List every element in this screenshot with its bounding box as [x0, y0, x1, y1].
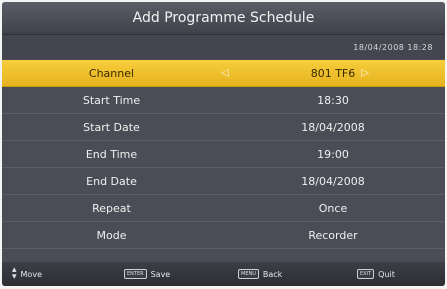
footer-hints: ▴ ▾ Move ENTER Save MENU Back EXIT Quit: [2, 262, 445, 286]
row-value[interactable]: Once: [221, 202, 445, 215]
row-label: Repeat: [92, 201, 131, 215]
hint-label: Save: [150, 269, 171, 279]
row-value[interactable]: Recorder: [221, 229, 445, 242]
row-end-date[interactable]: End Date 18/04/2008: [2, 168, 445, 195]
hint-move: ▴ ▾ Move: [12, 265, 42, 282]
hint-quit: EXIT Quit: [357, 269, 395, 279]
row-label: Mode: [96, 228, 127, 242]
row-start-time[interactable]: Start Time 18:30: [2, 87, 445, 114]
hint-label: Back: [262, 269, 283, 279]
right-arrow-icon[interactable]: ▷: [361, 68, 369, 79]
row-end-time[interactable]: End Time 19:00: [2, 141, 445, 168]
channel-value: 801 TF6: [310, 66, 356, 80]
hint-label: Quit: [378, 269, 395, 279]
current-datetime: 18/04/2008 18:28: [2, 35, 445, 59]
hint-save: ENTER Save: [124, 269, 170, 279]
row-label: Start Date: [83, 120, 140, 134]
exit-key-icon: EXIT: [357, 269, 375, 279]
row-value[interactable]: 18/04/2008: [221, 121, 445, 134]
row-label: Channel: [88, 66, 135, 80]
row-value[interactable]: ◁ 801 TF6 ▷: [221, 67, 445, 80]
row-value[interactable]: 19:00: [221, 148, 445, 161]
hint-back: MENU Back: [238, 269, 282, 279]
row-repeat[interactable]: Repeat Once: [2, 195, 445, 222]
row-channel[interactable]: Channel ◁ 801 TF6 ▷: [2, 60, 445, 87]
row-label: End Date: [86, 174, 137, 188]
dialog-title: Add Programme Schedule: [2, 2, 445, 35]
row-value[interactable]: 18:30: [221, 94, 445, 107]
row-start-date[interactable]: Start Date 18/04/2008: [2, 114, 445, 141]
left-arrow-icon[interactable]: ◁: [221, 68, 229, 79]
settings-list: Channel ◁ 801 TF6 ▷ Start Time 18:30 Sta…: [2, 60, 445, 249]
schedule-dialog: Add Programme Schedule 18/04/2008 18:28 …: [2, 2, 445, 286]
row-value[interactable]: 18/04/2008: [221, 175, 445, 188]
hint-label: Move: [20, 269, 42, 279]
row-mode[interactable]: Mode Recorder: [2, 222, 445, 249]
up-down-arrows-icon: ▴ ▾: [12, 265, 17, 282]
enter-key-icon: ENTER: [124, 269, 147, 279]
menu-key-icon: MENU: [238, 269, 259, 279]
row-label: End Time: [85, 147, 138, 161]
row-label: Start Time: [82, 93, 141, 107]
